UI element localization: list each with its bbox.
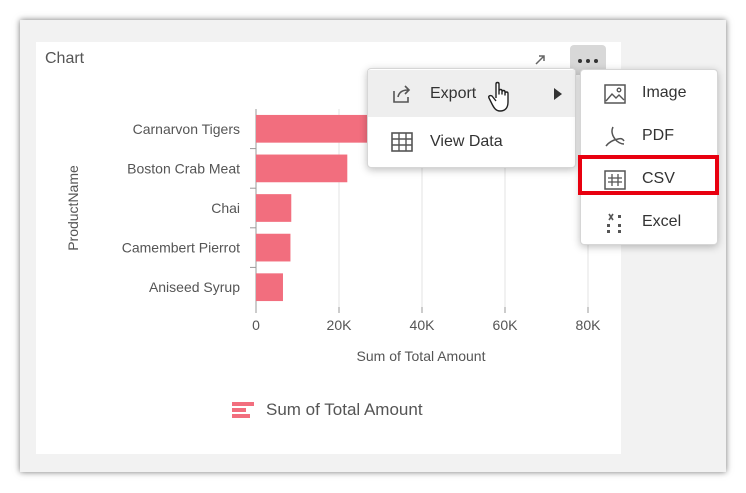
export-icon [393, 85, 411, 103]
bar[interactable] [256, 194, 292, 222]
image-icon [604, 84, 626, 104]
y-axis-title: ProductName [65, 165, 81, 251]
submenu-caret-icon [554, 88, 562, 100]
export-image[interactable]: Image [581, 72, 717, 115]
bar[interactable] [256, 233, 291, 262]
export-excel-label: Excel [642, 213, 682, 230]
menu-item-export[interactable]: Export [368, 70, 575, 117]
menu-item-view-data-label: View Data [430, 133, 503, 150]
x-tick-label: 20K [327, 317, 353, 333]
export-excel[interactable]: Excel [581, 201, 717, 244]
chart-legend[interactable]: Sum of Total Amount [232, 400, 423, 420]
category-label: Aniseed Syrup [149, 279, 240, 295]
x-axis-title: Sum of Total Amount [357, 348, 486, 364]
legend-label: Sum of Total Amount [266, 400, 423, 419]
category-label: Chai [211, 200, 240, 216]
csv-highlight-box [578, 155, 719, 195]
category-label: Carnarvon Tigers [133, 121, 240, 137]
category-label: Camembert Pierrot [122, 240, 240, 256]
x-tick-label: 40K [410, 317, 436, 333]
menu-item-export-label: Export [430, 85, 477, 102]
chart-options-menu: Export View Data [367, 68, 576, 168]
x-tick-label: 60K [493, 317, 519, 333]
export-image-label: Image [642, 84, 687, 101]
export-pdf-label: PDF [642, 127, 674, 144]
bar[interactable] [256, 273, 283, 302]
bar-legend-icon [232, 401, 254, 419]
menu-item-view-data[interactable]: View Data [368, 118, 575, 165]
x-tick-label: 80K [576, 317, 602, 333]
category-label: Boston Crab Meat [127, 160, 240, 176]
x-tick-label: 0 [252, 317, 260, 333]
pdf-icon [605, 126, 625, 147]
bar[interactable] [256, 154, 348, 183]
hand-pointer-icon [488, 81, 509, 112]
table-icon [391, 132, 413, 152]
bar[interactable] [256, 114, 377, 143]
excel-icon [607, 213, 621, 233]
export-pdf[interactable]: PDF [581, 115, 717, 158]
